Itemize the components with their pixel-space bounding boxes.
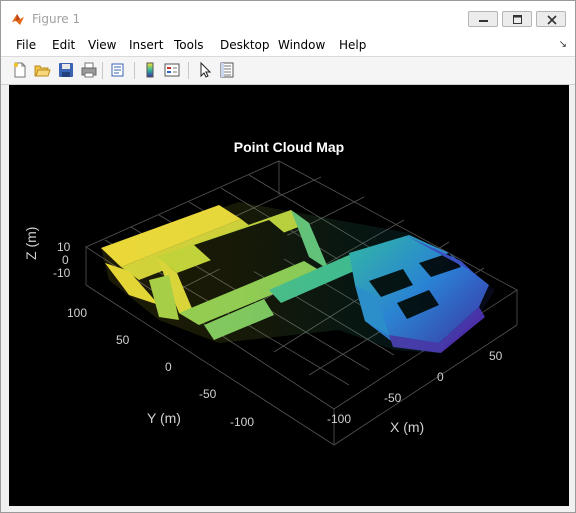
z-tick: 10	[57, 240, 71, 254]
figure-canvas[interactable]: Point Cloud Map 10 0 -10 Z (m) 100 50 0 …	[9, 85, 569, 506]
minimize-icon	[479, 20, 488, 22]
close-button[interactable]	[536, 11, 566, 27]
save-icon[interactable]	[57, 61, 75, 79]
y-tick: -50	[199, 387, 217, 401]
z-tick: 0	[62, 253, 69, 267]
new-figure-icon[interactable]	[11, 61, 29, 79]
print-preview-icon[interactable]	[109, 61, 127, 79]
x-axis-label: X (m)	[390, 419, 425, 435]
edit-plot-arrow-icon[interactable]	[196, 61, 214, 79]
property-inspector-icon[interactable]	[218, 61, 236, 79]
toolbar-separator	[134, 62, 135, 79]
maximize-button[interactable]	[502, 11, 532, 27]
y-tick: 100	[67, 306, 88, 320]
menu-help[interactable]: Help	[339, 38, 366, 52]
menu-edit[interactable]: Edit	[52, 38, 75, 52]
menu-tools[interactable]: Tools	[174, 38, 204, 52]
z-tick: -10	[53, 266, 71, 280]
close-icon	[547, 15, 557, 25]
toolbar-separator	[102, 62, 103, 79]
menu-desktop[interactable]: Desktop	[220, 38, 270, 52]
point-cloud-haze	[101, 202, 495, 353]
y-axis-label: Y (m)	[147, 410, 181, 426]
print-icon[interactable]	[80, 61, 98, 79]
matlab-logo-icon	[12, 14, 24, 25]
y-tick: 50	[116, 333, 130, 347]
x-tick: 0	[437, 370, 444, 384]
menu-dock-arrow-icon[interactable]: ↘	[559, 39, 567, 50]
menu-insert[interactable]: Insert	[129, 38, 163, 52]
menu-view[interactable]: View	[88, 38, 116, 52]
menu-window[interactable]: Window	[278, 38, 325, 52]
title-bar[interactable]: Figure 1	[1, 1, 575, 34]
maximize-icon	[513, 15, 522, 24]
toolbar-separator	[188, 62, 189, 79]
menu-bar: File Edit View Insert Tools Desktop Wind…	[1, 34, 575, 57]
x-tick: -50	[384, 391, 402, 405]
z-axis-label: Z (m)	[23, 226, 39, 260]
x-tick: 50	[489, 349, 503, 363]
y-tick: 0	[165, 360, 172, 374]
figure-toolbar	[1, 57, 575, 85]
x-tick: -100	[327, 412, 352, 426]
figure-window: Figure 1 File Edit View Insert Tools Des…	[0, 0, 576, 513]
menu-file[interactable]: File	[16, 38, 36, 52]
window-title: Figure 1	[32, 12, 81, 26]
open-file-icon[interactable]	[33, 61, 51, 79]
point-cloud-axes[interactable]	[9, 85, 569, 506]
insert-colorbar-icon[interactable]	[141, 61, 159, 79]
insert-legend-icon[interactable]	[163, 61, 181, 79]
y-tick: -100	[230, 415, 255, 429]
minimize-button[interactable]	[468, 11, 498, 27]
